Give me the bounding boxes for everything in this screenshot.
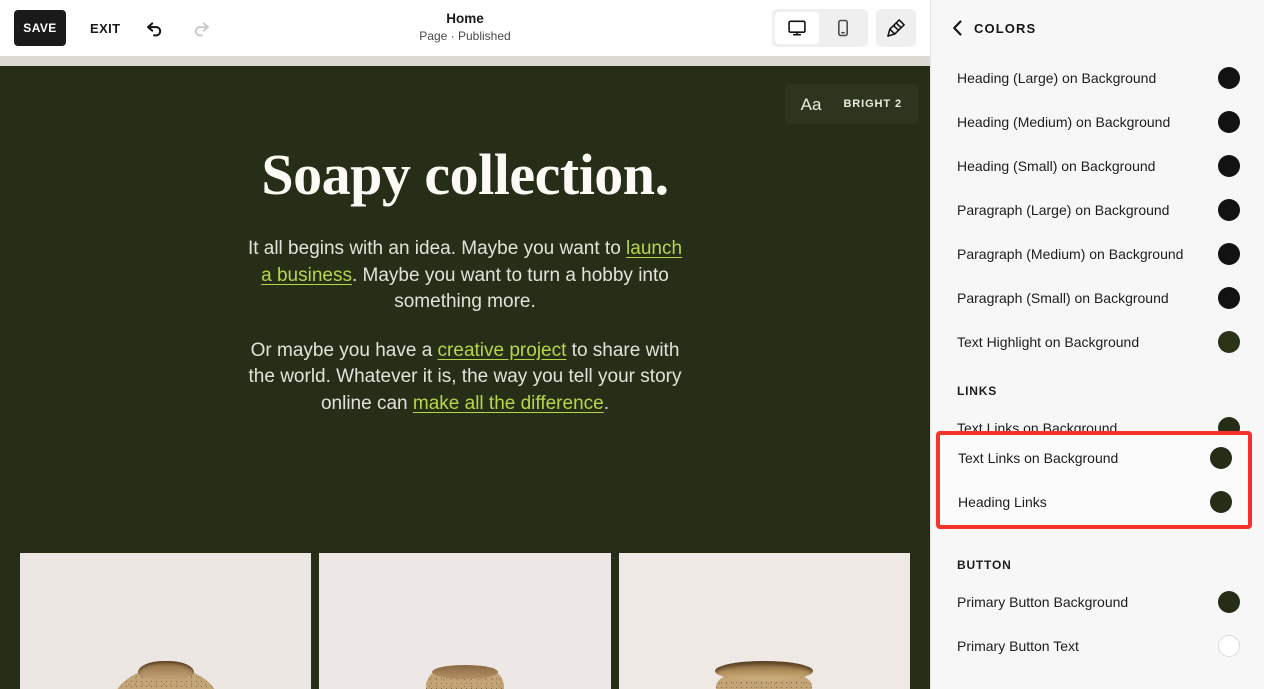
link-make-all-the-difference[interactable]: make all the difference xyxy=(413,393,604,414)
swatch-label: Primary Button Background xyxy=(957,594,1129,610)
swatch-label: Heading (Large) on Background xyxy=(957,70,1157,86)
hero-heading: Soapy collection. xyxy=(261,142,669,207)
section-label-button: BUTTON xyxy=(957,558,1012,572)
hero-paragraph-2: Or maybe you have a creative project to … xyxy=(245,338,685,418)
row-heading-large[interactable]: Heading (Large) on Background xyxy=(931,56,1264,100)
link-creative-project[interactable]: creative project xyxy=(438,340,567,361)
canvas-seam xyxy=(0,56,930,66)
panel-body: Heading (Large) on Background Heading (M… xyxy=(931,56,1264,668)
row-heading-medium[interactable]: Heading (Medium) on Background xyxy=(931,100,1264,144)
highlighted-rows: Text Links on Background Heading Links xyxy=(936,431,1252,529)
row-primary-button-background[interactable]: Primary Button Background xyxy=(931,580,1264,624)
chevron-left-icon[interactable] xyxy=(951,19,964,37)
row-primary-button-text[interactable]: Primary Button Text xyxy=(931,624,1264,668)
desktop-view-button[interactable] xyxy=(775,12,819,44)
top-toolbar: SAVE EXIT Home Page · Published xyxy=(0,0,930,56)
paragraph-2-post: . xyxy=(603,392,609,414)
exit-button[interactable]: EXIT xyxy=(90,21,121,36)
panel-title: COLORS xyxy=(974,20,1037,36)
row-text-links-on-background-highlighted[interactable]: Text Links on Background xyxy=(936,436,1252,480)
vase-neck-icon xyxy=(715,661,814,681)
colors-panel: COLORS Heading (Large) on Background Hea… xyxy=(930,0,1264,689)
row-text-highlight[interactable]: Text Highlight on Background xyxy=(931,320,1264,364)
style-badge-name: BRIGHT 2 xyxy=(843,98,902,110)
hero-paragraph-1: It all begins with an idea. Maybe you wa… xyxy=(245,236,685,316)
color-group-base: Heading (Large) on Background Heading (M… xyxy=(931,56,1264,364)
row-heading-links-highlighted[interactable]: Heading Links xyxy=(936,480,1252,524)
vase-image-1[interactable] xyxy=(20,553,312,689)
swatch-label: Paragraph (Small) on Background xyxy=(957,290,1169,306)
color-swatch[interactable] xyxy=(1218,199,1240,221)
editor-column: SAVE EXIT Home Page · Published Aa BRIGH… xyxy=(0,0,930,689)
color-swatch[interactable] xyxy=(1218,331,1240,353)
row-paragraph-medium[interactable]: Paragraph (Medium) on Background xyxy=(931,232,1264,276)
row-heading-small[interactable]: Heading (Small) on Background xyxy=(931,144,1264,188)
swatch-label: Text Highlight on Background xyxy=(957,334,1140,350)
row-paragraph-large[interactable]: Paragraph (Large) on Background xyxy=(931,188,1264,232)
paragraph-1-post: . Maybe you want to turn a hobby into so… xyxy=(351,264,669,313)
color-swatch[interactable] xyxy=(1218,591,1240,613)
section-label-links: LINKS xyxy=(957,384,997,398)
paragraph-1-pre: It all begins with an idea. Maybe you wa… xyxy=(247,238,627,259)
mobile-view-button[interactable] xyxy=(821,12,865,44)
color-swatch[interactable] xyxy=(1210,491,1232,513)
vase-image-3[interactable] xyxy=(618,553,910,689)
row-paragraph-small[interactable]: Paragraph (Small) on Background xyxy=(931,276,1264,320)
redo-arrow-icon[interactable] xyxy=(189,16,213,40)
color-swatch[interactable] xyxy=(1218,67,1240,89)
vase-neck-icon xyxy=(137,661,194,679)
swatch-label: Text Links on Background xyxy=(958,450,1119,466)
product-image-grid xyxy=(0,553,930,689)
color-swatch[interactable] xyxy=(1210,447,1232,469)
toolbar-right-group xyxy=(772,9,916,47)
vase-image-2[interactable] xyxy=(319,553,611,689)
color-swatch[interactable] xyxy=(1218,155,1240,177)
undo-arrow-icon[interactable] xyxy=(143,16,167,40)
swatch-label: Paragraph (Medium) on Background xyxy=(957,246,1184,262)
device-toggle-group xyxy=(772,9,868,47)
typography-aa-icon: Aa xyxy=(800,94,822,114)
swatch-label: Heading (Small) on Background xyxy=(957,158,1156,174)
color-swatch[interactable] xyxy=(1218,111,1240,133)
swatch-label: Heading (Medium) on Background xyxy=(957,114,1171,130)
color-swatch[interactable] xyxy=(1218,243,1240,265)
color-group-button: BUTTON Primary Button Background Primary… xyxy=(931,538,1264,668)
save-button[interactable]: SAVE xyxy=(14,10,66,46)
swatch-label: Paragraph (Large) on Background xyxy=(957,202,1170,218)
hero-copy: It all begins with an idea. Maybe you wa… xyxy=(245,236,685,417)
editor-app: SAVE EXIT Home Page · Published Aa BRIGH… xyxy=(0,0,1264,689)
style-badge[interactable]: Aa BRIGHT 2 xyxy=(784,84,918,124)
paragraph-2-pre: Or maybe you have a xyxy=(250,339,438,361)
paintbrush-icon[interactable] xyxy=(876,9,916,47)
swatch-label: Heading Links xyxy=(958,494,1047,510)
panel-header-back[interactable]: COLORS xyxy=(931,0,1264,56)
site-canvas: Aa BRIGHT 2 Soapy collection. It all beg… xyxy=(0,66,930,689)
vase-neck-icon xyxy=(431,665,498,679)
swatch-label: Primary Button Text xyxy=(957,638,1079,654)
color-swatch[interactable] xyxy=(1218,287,1240,309)
color-swatch[interactable] xyxy=(1218,635,1240,657)
